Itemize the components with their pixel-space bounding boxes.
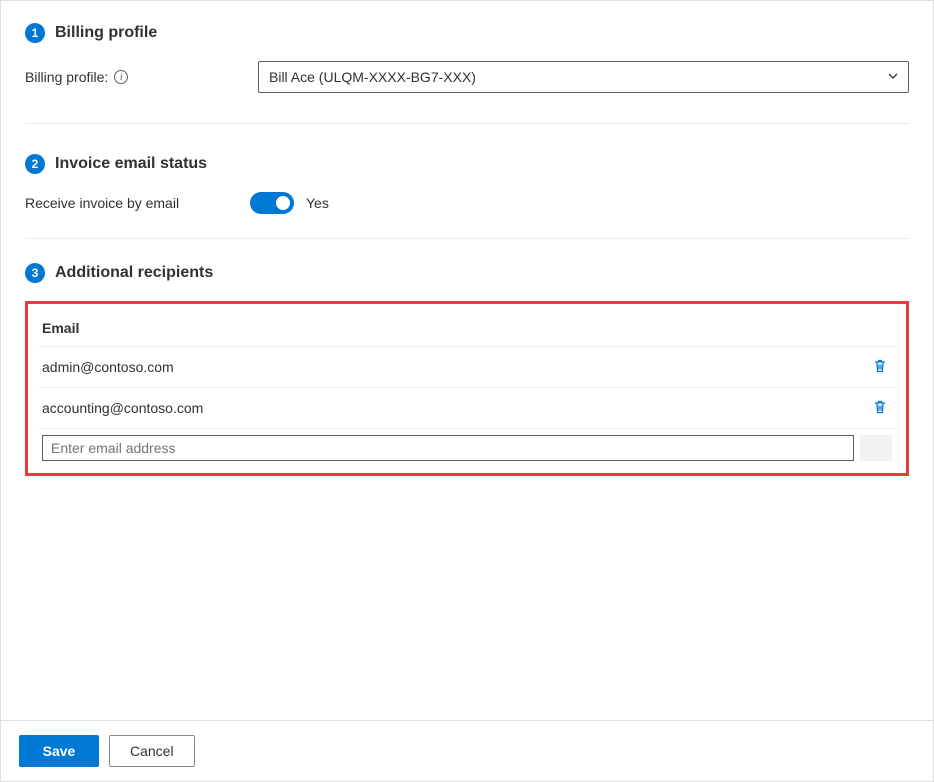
recipients-table: Email admin@contoso.com accounti: [38, 314, 896, 463]
step-badge-3: 3: [25, 263, 45, 283]
field-label-cell: Receive invoice by email: [25, 195, 250, 211]
step-badge-1: 1: [25, 23, 45, 43]
toggle-thumb: [276, 196, 290, 210]
section-header: 1 Billing profile: [25, 23, 909, 43]
delete-recipient-button[interactable]: [868, 396, 892, 420]
trash-icon: [872, 399, 888, 418]
recipients-highlight-box: Email admin@contoso.com accounti: [25, 301, 909, 476]
receive-invoice-row: Receive invoice by email Yes: [25, 192, 909, 214]
table-row: accounting@contoso.com: [38, 388, 896, 429]
trash-icon: [872, 358, 888, 377]
section-invoice-email-status: 2 Invoice email status Receive invoice b…: [25, 124, 909, 238]
receive-invoice-label: Receive invoice by email: [25, 195, 179, 211]
email-input-row: [38, 429, 896, 463]
table-row: admin@contoso.com: [38, 347, 896, 388]
step-badge-2: 2: [25, 154, 45, 174]
billing-profile-select[interactable]: Bill Ace (ULQM-XXXX-BG7-XXX): [258, 61, 909, 93]
cancel-button[interactable]: Cancel: [109, 735, 195, 767]
recipient-email-cell: accounting@contoso.com: [42, 400, 868, 416]
info-icon[interactable]: i: [114, 70, 128, 84]
section-title-invoice-email: Invoice email status: [55, 155, 207, 173]
page-container: 1 Billing profile Billing profile: i Bil…: [0, 0, 934, 782]
section-title-additional-recipients: Additional recipients: [55, 264, 213, 282]
delete-recipient-button[interactable]: [868, 355, 892, 379]
field-label-cell: Billing profile: i: [25, 69, 250, 85]
content-area: 1 Billing profile Billing profile: i Bil…: [1, 1, 933, 720]
toggle-state-label: Yes: [306, 195, 329, 211]
section-header: 2 Invoice email status: [25, 154, 909, 174]
receive-invoice-toggle[interactable]: [250, 192, 294, 214]
column-header-email: Email: [38, 314, 896, 347]
recipient-email-cell: admin@contoso.com: [42, 359, 868, 375]
billing-profile-value: Bill Ace (ULQM-XXXX-BG7-XXX): [269, 69, 476, 85]
section-title-billing-profile: Billing profile: [55, 24, 157, 42]
input-action-spacer: [860, 435, 892, 461]
billing-profile-label: Billing profile:: [25, 69, 108, 85]
email-input[interactable]: [42, 435, 854, 461]
section-header: 3 Additional recipients: [25, 263, 909, 283]
billing-profile-select-wrap: Bill Ace (ULQM-XXXX-BG7-XXX): [258, 61, 909, 93]
section-billing-profile: 1 Billing profile Billing profile: i Bil…: [25, 23, 909, 123]
billing-profile-row: Billing profile: i Bill Ace (ULQM-XXXX-B…: [25, 61, 909, 93]
save-button[interactable]: Save: [19, 735, 99, 767]
footer: Save Cancel: [1, 720, 933, 781]
section-additional-recipients: 3 Additional recipients Email admin@cont…: [25, 239, 909, 506]
